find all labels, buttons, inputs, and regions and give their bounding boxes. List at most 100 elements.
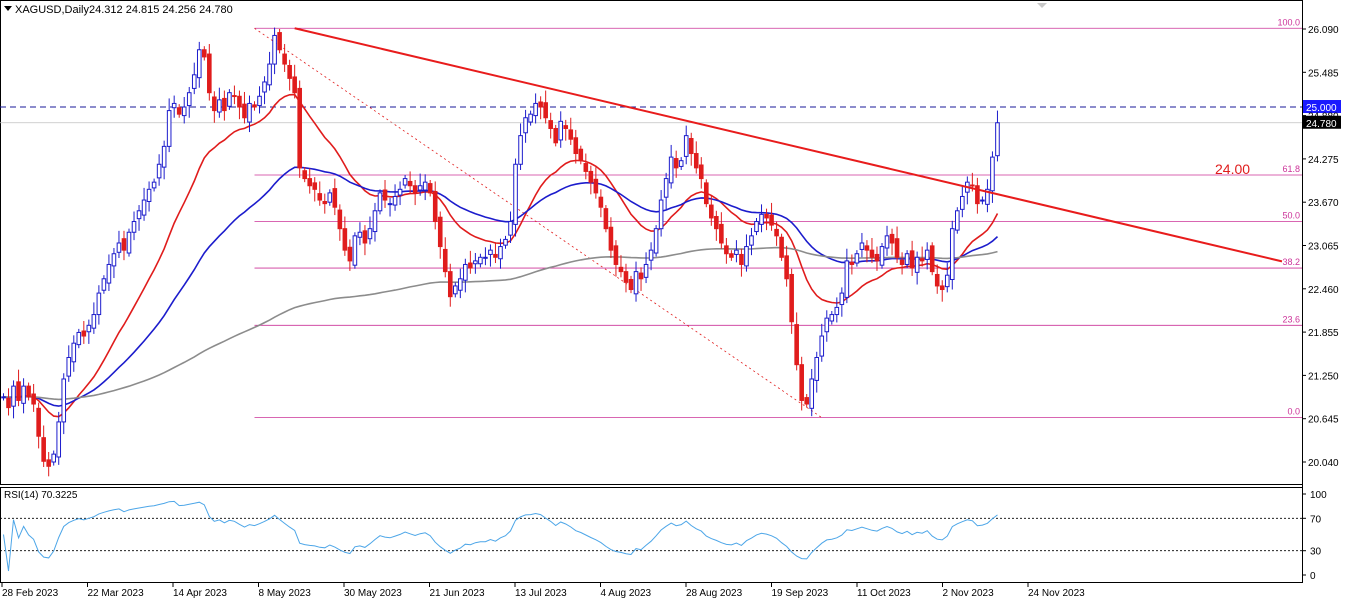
candle-body bbox=[483, 256, 488, 259]
candle-body bbox=[503, 238, 508, 246]
candle-body bbox=[844, 260, 850, 298]
candle-body bbox=[834, 306, 840, 316]
candle-body bbox=[427, 183, 433, 194]
candle-body bbox=[237, 95, 242, 108]
candle-body bbox=[442, 248, 448, 273]
candle-body bbox=[111, 253, 117, 267]
candle-body bbox=[81, 330, 87, 337]
candle-body bbox=[357, 231, 363, 238]
candle-body bbox=[824, 317, 830, 333]
candle-body bbox=[739, 253, 744, 265]
rsi-tick-label: 30 bbox=[1310, 547, 1322, 558]
candle-body bbox=[212, 96, 217, 112]
candle-body bbox=[382, 189, 388, 201]
candle-body bbox=[819, 335, 825, 357]
candle-body bbox=[31, 393, 36, 405]
candle-body bbox=[257, 95, 262, 107]
candle-body bbox=[392, 195, 398, 206]
candle-body bbox=[422, 181, 428, 191]
candle-body bbox=[11, 385, 16, 407]
candle-body bbox=[287, 65, 292, 79]
y-tick-label: 22.460 bbox=[1308, 285, 1339, 296]
x-tick-label: 22 Mar 2023 bbox=[88, 588, 145, 599]
candle-body bbox=[789, 273, 794, 323]
candle-body bbox=[678, 160, 684, 167]
rsi-line bbox=[3, 500, 998, 572]
y-tick-label: 20.645 bbox=[1308, 415, 1339, 426]
candle-body bbox=[217, 99, 222, 113]
candle-body bbox=[648, 249, 654, 261]
candle-body bbox=[734, 249, 739, 255]
candle-body bbox=[473, 260, 478, 265]
candle-body bbox=[191, 74, 197, 89]
fib-level-label: 50.0 bbox=[1282, 211, 1300, 221]
candle-body bbox=[432, 190, 438, 223]
candle-body bbox=[588, 170, 594, 183]
candle-body bbox=[754, 221, 759, 233]
candle-body bbox=[939, 285, 945, 291]
candle-body bbox=[312, 182, 318, 190]
candle-body bbox=[593, 178, 599, 194]
candle-body bbox=[402, 178, 408, 186]
candle-body bbox=[277, 32, 282, 51]
candle-body bbox=[533, 102, 538, 117]
fib-level-label: 23.6 bbox=[1282, 314, 1300, 324]
rsi-label: RSI(14) 70.3225 bbox=[4, 490, 78, 501]
candle-body bbox=[41, 437, 46, 462]
candle-body bbox=[990, 156, 995, 192]
x-tick-label: 28 Feb 2023 bbox=[2, 588, 59, 599]
x-tick-label: 13 Jul 2023 bbox=[515, 588, 567, 599]
candle-body bbox=[894, 238, 900, 258]
y-tick-label: 26.090 bbox=[1308, 25, 1339, 36]
candle-body bbox=[633, 271, 639, 295]
candle-body bbox=[543, 102, 548, 119]
candle-body bbox=[498, 246, 503, 260]
candle-body bbox=[698, 164, 704, 180]
candle-body bbox=[101, 278, 107, 291]
candle-body bbox=[924, 249, 930, 260]
candle-body bbox=[508, 221, 513, 236]
scroll-marker-icon[interactable] bbox=[1037, 3, 1047, 8]
rsi-tick-label: 0 bbox=[1310, 571, 1316, 582]
x-tick-label: 2 Nov 2023 bbox=[943, 588, 995, 599]
candle-body bbox=[573, 137, 579, 155]
symbol-dropdown-icon[interactable] bbox=[4, 6, 12, 11]
candle-body bbox=[377, 192, 383, 212]
candle-body bbox=[21, 385, 26, 404]
candle-body bbox=[16, 381, 21, 401]
candle-body bbox=[106, 263, 112, 284]
candle-body bbox=[222, 97, 227, 112]
candle-body bbox=[879, 246, 885, 266]
candle-body bbox=[799, 364, 804, 401]
candle-body bbox=[889, 233, 895, 244]
candle-body bbox=[232, 95, 237, 98]
candle-body bbox=[453, 285, 458, 295]
candle-body bbox=[337, 209, 343, 230]
candle-body bbox=[784, 255, 789, 280]
x-tick-label: 30 May 2023 bbox=[344, 588, 402, 599]
candle-body bbox=[874, 253, 880, 262]
candle-body bbox=[227, 92, 232, 107]
candle-body bbox=[181, 106, 187, 117]
candle-body bbox=[417, 185, 423, 191]
candle-body bbox=[628, 278, 634, 291]
candle-body bbox=[513, 163, 518, 225]
candle-body bbox=[317, 193, 323, 201]
candle-body bbox=[583, 163, 589, 172]
y-tick-label: 24.880 bbox=[1308, 112, 1339, 123]
candle-body bbox=[136, 210, 142, 220]
x-tick-label: 28 Aug 2023 bbox=[686, 588, 743, 599]
candle-body bbox=[458, 278, 463, 291]
candle-body bbox=[970, 184, 975, 187]
candle-body bbox=[302, 170, 307, 180]
candle-body bbox=[372, 210, 378, 233]
candle-body bbox=[156, 163, 162, 179]
candle-body bbox=[186, 92, 192, 107]
candle-body bbox=[854, 253, 860, 264]
candle-body bbox=[76, 331, 82, 346]
candle-body bbox=[663, 178, 669, 198]
candle-body bbox=[56, 421, 62, 458]
chart-window: 100.0 61.8 50.0 38.2 23.6 0.0 25.000 24.780 26… bbox=[0, 0, 1345, 603]
candle-body bbox=[724, 245, 729, 255]
candle-body bbox=[608, 226, 614, 251]
